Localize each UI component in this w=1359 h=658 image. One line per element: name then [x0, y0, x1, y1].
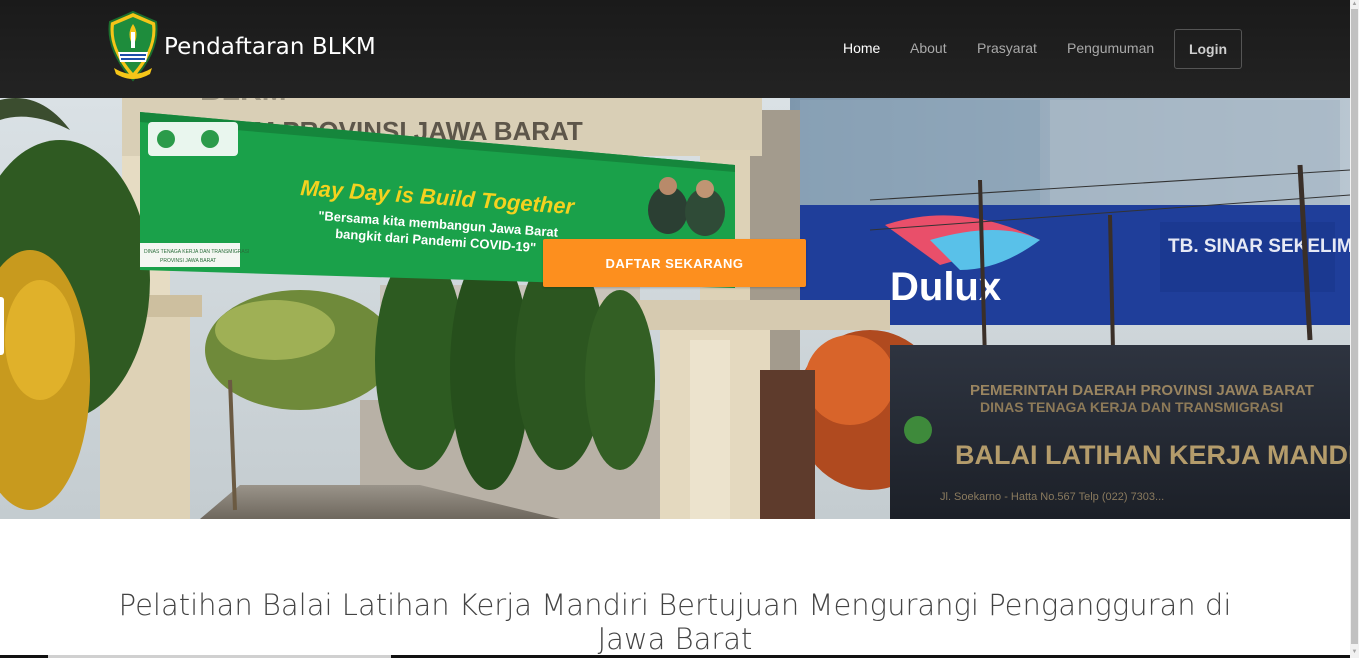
board-line-2: DINAS TENAGA KERJA DAN TRANSMIGRASI — [980, 399, 1283, 415]
register-now-button[interactable]: DAFTAR SEKARANG — [543, 239, 806, 287]
store-sign-text: TB. SINAR SEKELIMUS — [1168, 236, 1350, 257]
vertical-scrollbar[interactable]: ▲ ▼ — [1350, 0, 1359, 658]
banner-footer-1: DINAS TENAGA KERJA DAN TRANSMIGRASI — [144, 249, 249, 255]
scroll-down-arrow-icon[interactable]: ▼ — [1351, 648, 1358, 656]
board-line-4: Jl. Soekarno - Hatta No.567 Telp (022) 7… — [940, 491, 1164, 503]
west-java-emblem-icon — [108, 10, 158, 82]
brand[interactable]: Pendaftaran BLKM — [104, 10, 376, 82]
board-line-1: PEMERINTAH DAERAH PROVINSI JAWA BARAT — [970, 382, 1314, 399]
nav-about[interactable]: About — [910, 40, 947, 56]
side-tab-handle[interactable] — [0, 297, 4, 355]
page-headline: Pelatihan Balai Latihan Kerja Mandiri Be… — [118, 588, 1232, 656]
board-line-3: BALAI LATIHAN KERJA MANDIRI — [955, 440, 1350, 470]
nav-pengumuman[interactable]: Pengumuman — [1067, 40, 1154, 56]
scrollbar-thumb[interactable] — [1351, 9, 1358, 644]
banner-footer-2: PROVINSI JAWA BARAT — [160, 258, 216, 264]
nav-home[interactable]: Home — [843, 40, 880, 56]
scroll-up-arrow-icon[interactable]: ▲ — [1351, 0, 1358, 8]
nav-prasyarat[interactable]: Prasyarat — [977, 40, 1037, 56]
top-navbar: Pendaftaran BLKM Home About Prasyarat Pe… — [0, 0, 1359, 98]
login-button[interactable]: Login — [1174, 29, 1242, 69]
brand-title: Pendaftaran BLKM — [164, 34, 376, 60]
